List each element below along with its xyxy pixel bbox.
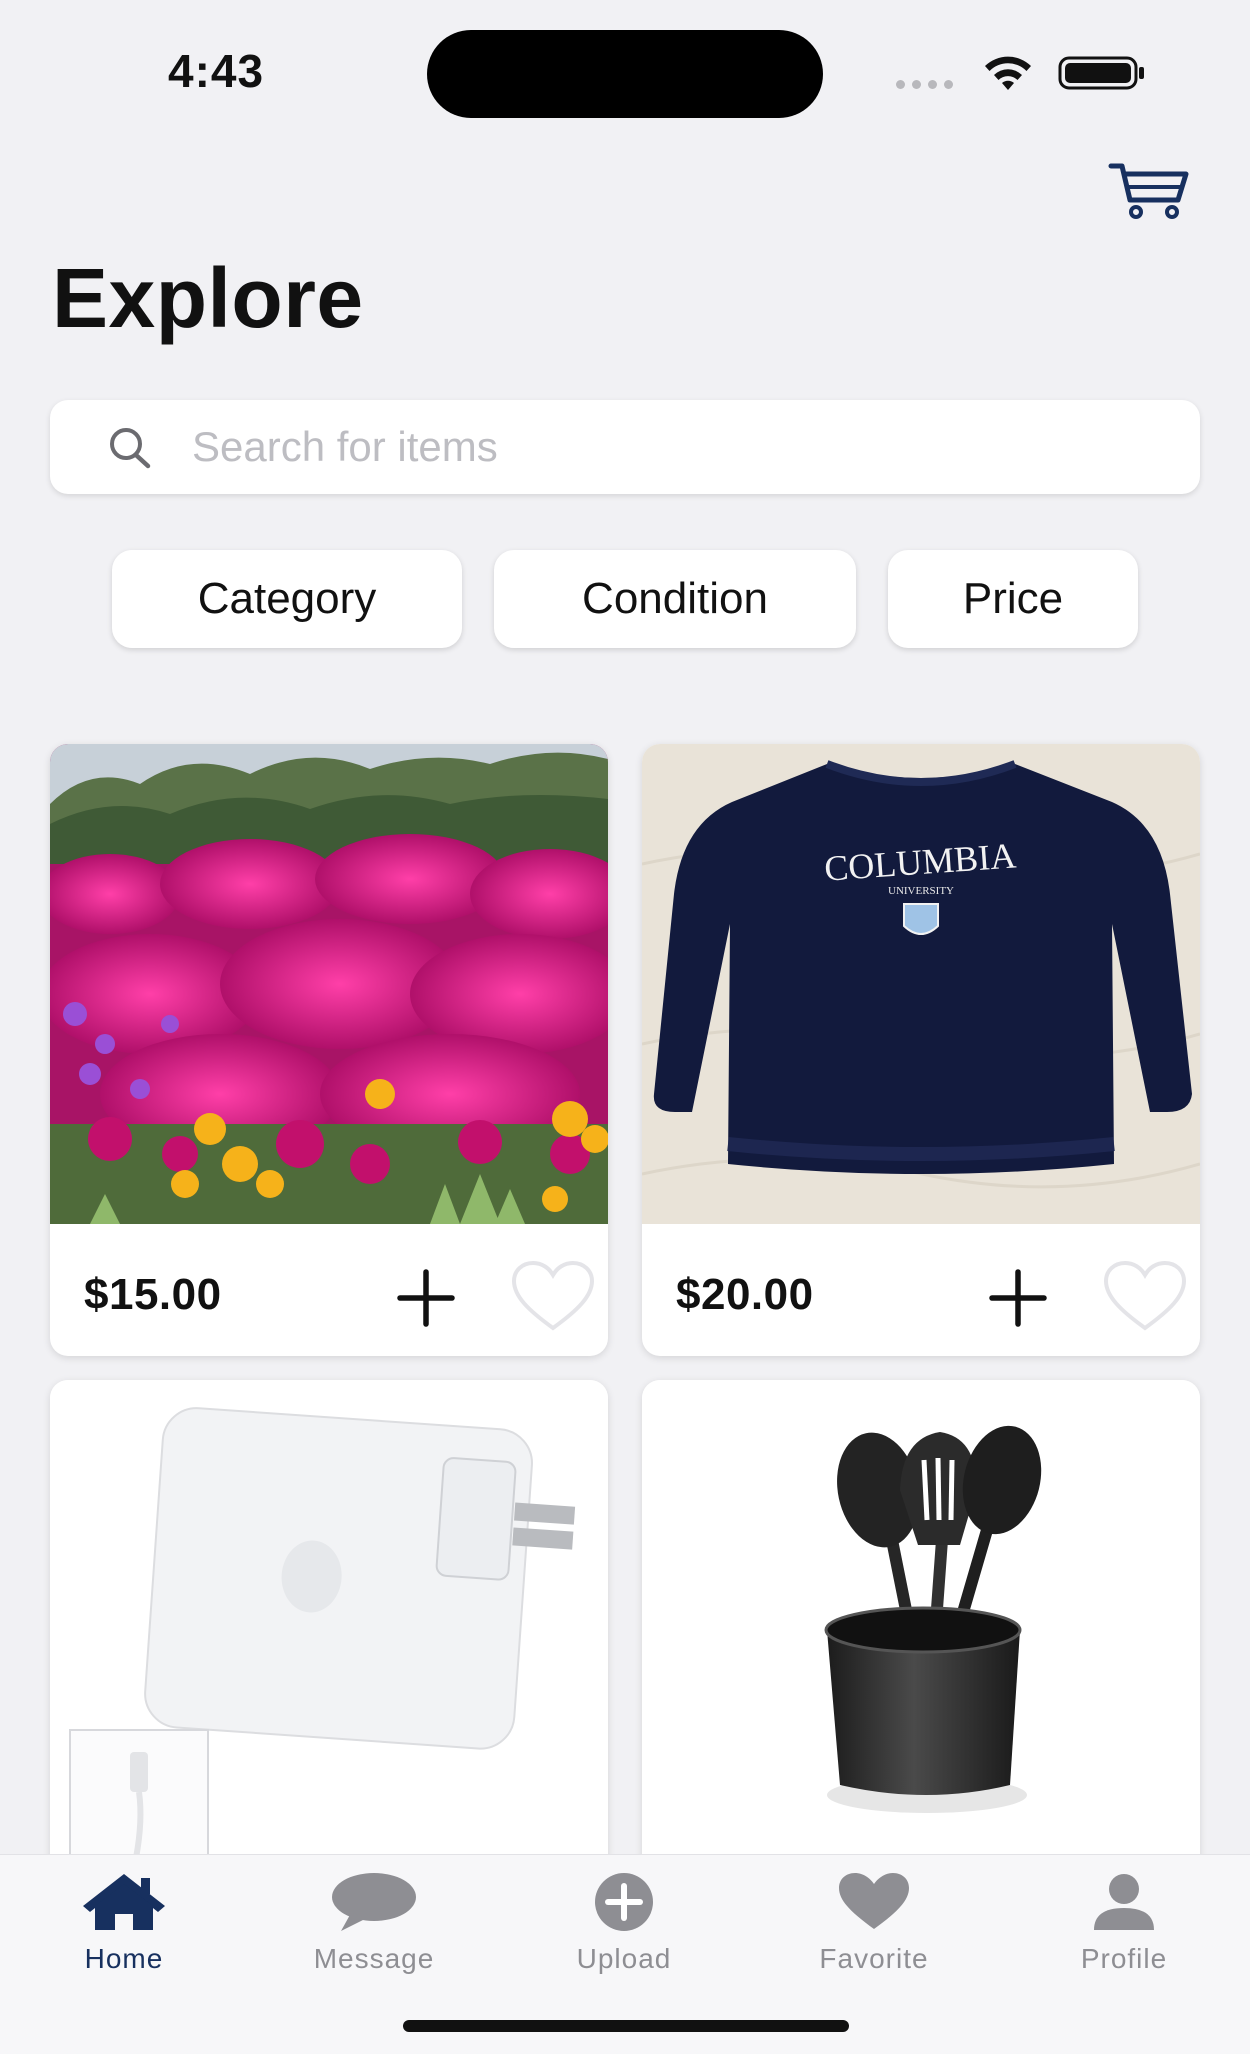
add-to-cart-plus-icon[interactable]: [982, 1262, 1054, 1334]
product-image[interactable]: COLUMBIA UNIVERSITY: [642, 744, 1200, 1224]
product-image[interactable]: [642, 1380, 1200, 1880]
favorite-heart-icon[interactable]: [1100, 1258, 1190, 1336]
home-icon: [79, 1869, 169, 1935]
person-icon: [1091, 1869, 1157, 1935]
search-bar[interactable]: [50, 400, 1200, 494]
cart-icon[interactable]: [1108, 160, 1190, 220]
sweatshirt-logo-subtext: UNIVERSITY: [888, 885, 954, 897]
tab-home[interactable]: Home: [24, 1869, 224, 1989]
add-to-cart-plus-icon[interactable]: [390, 1262, 462, 1334]
tab-favorite-label: Favorite: [819, 1943, 929, 1974]
tab-profile[interactable]: Profile: [1024, 1869, 1224, 1989]
filter-condition-button[interactable]: Condition: [494, 550, 856, 648]
heart-icon: [836, 1869, 912, 1935]
plus-circle-icon: [592, 1869, 656, 1935]
cellular-dots-icon: [896, 76, 960, 89]
battery-icon: [1058, 55, 1146, 96]
status-bar: 4:43: [0, 0, 1250, 140]
product-card[interactable]: [642, 1380, 1200, 1880]
product-card[interactable]: [50, 1380, 608, 1880]
product-price: $15.00: [84, 1270, 222, 1319]
product-image[interactable]: [50, 744, 608, 1224]
product-card-footer: $15.00: [50, 1224, 608, 1356]
product-card[interactable]: COLUMBIA UNIVERSITY $20.00: [642, 744, 1200, 1356]
search-icon: [106, 424, 158, 475]
explore-screen: 4:43 Explore Search for items Category C…: [0, 0, 1250, 2054]
status-time: 4:43: [168, 45, 265, 97]
tab-profile-label: Profile: [1080, 1943, 1168, 1974]
wifi-icon: [982, 56, 1034, 99]
filter-category-button[interactable]: Category: [112, 550, 462, 648]
product-price: $20.00: [676, 1270, 814, 1319]
page-title: Explore: [52, 251, 364, 345]
filter-price-button[interactable]: Price: [888, 550, 1138, 648]
tab-message-label: Message: [313, 1943, 435, 1974]
product-image[interactable]: [50, 1380, 608, 1880]
tab-message[interactable]: Message: [274, 1869, 474, 1989]
chat-bubble-icon: [329, 1869, 419, 1935]
product-card-footer: $20.00: [642, 1224, 1200, 1356]
tab-home-label: Home: [84, 1943, 164, 1974]
favorite-heart-icon[interactable]: [508, 1258, 598, 1336]
dynamic-island: [427, 30, 823, 118]
search-input[interactable]: [192, 416, 1152, 478]
tab-upload[interactable]: Upload: [524, 1869, 724, 1989]
home-indicator: [403, 2020, 849, 2032]
tab-favorite[interactable]: Favorite: [774, 1869, 974, 1989]
tab-upload-label: Upload: [576, 1943, 672, 1974]
product-card[interactable]: $15.00: [50, 744, 608, 1356]
